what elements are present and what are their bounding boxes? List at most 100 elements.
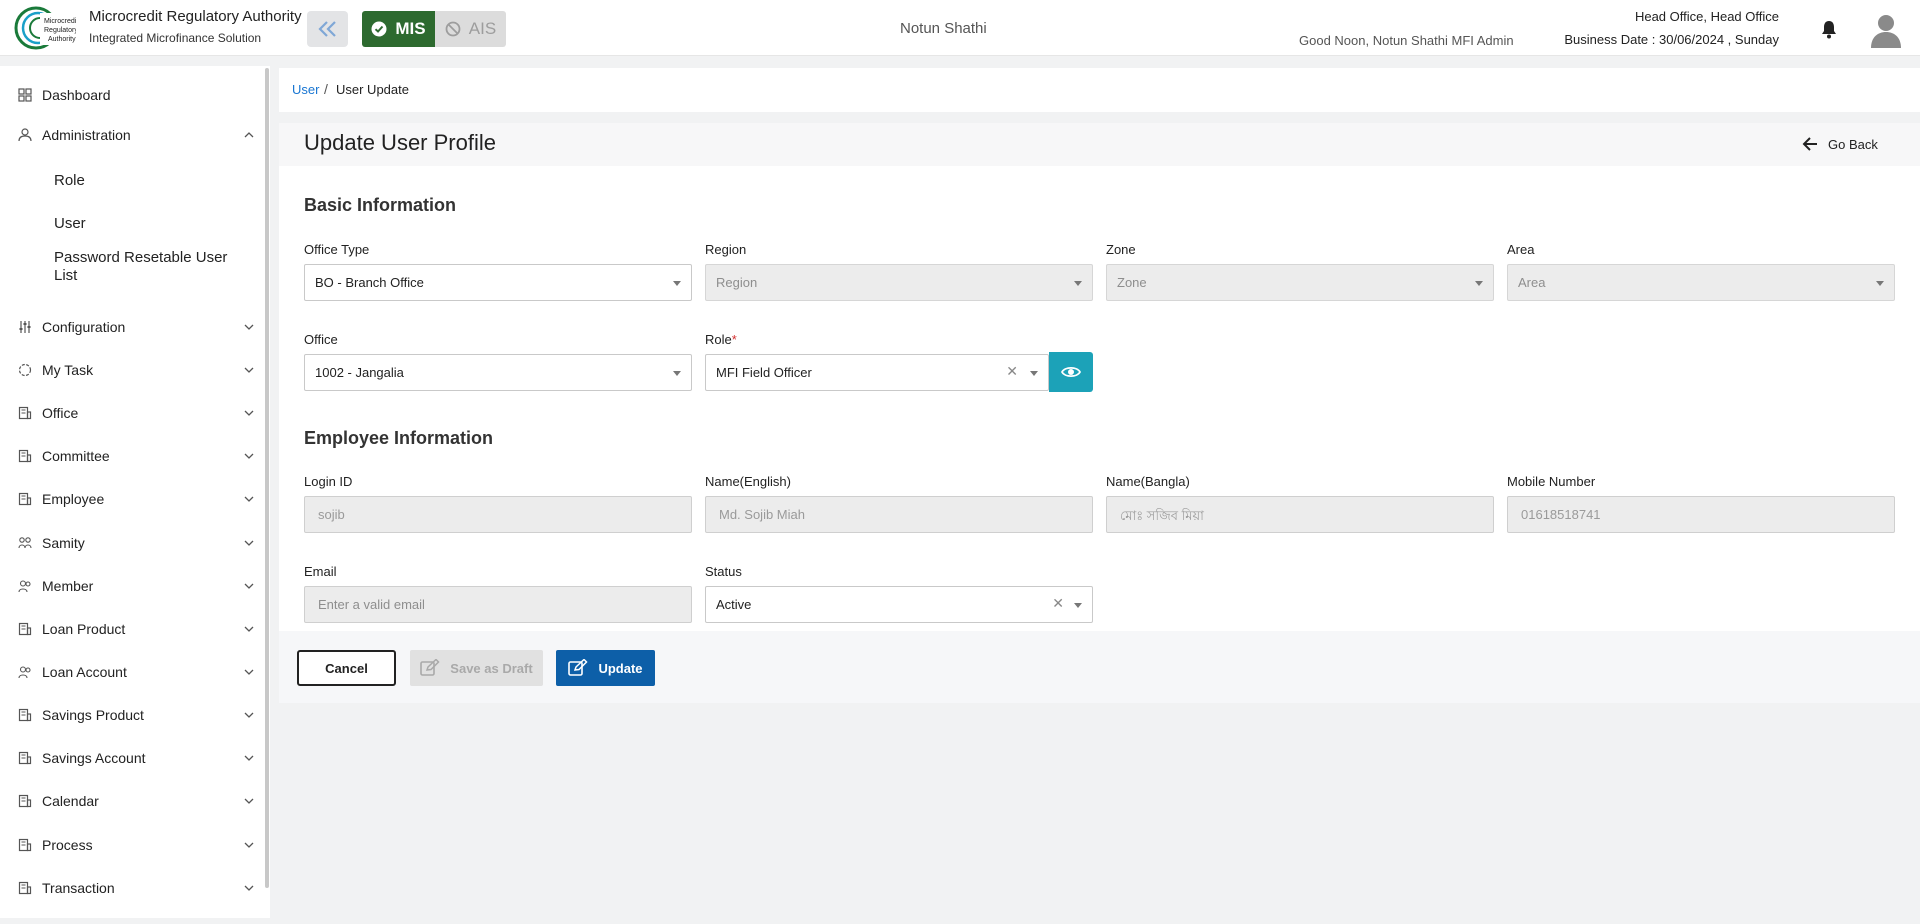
save-as-draft-button: Save as Draft <box>410 650 543 686</box>
zone-placeholder: Zone <box>1117 275 1147 290</box>
tenant-name: Notun Shathi <box>900 20 987 37</box>
chevron-down-icon <box>244 324 254 330</box>
sidebar-item-label: Loan Account <box>42 664 127 680</box>
zone-select: Zone <box>1106 264 1494 301</box>
name-english-label: Name(English) <box>705 474 791 489</box>
breadcrumb-current: User Update <box>336 82 409 97</box>
office-type-select[interactable]: BO - Branch Office <box>304 264 692 301</box>
region-placeholder: Region <box>716 275 758 290</box>
area-select: Area <box>1507 264 1895 301</box>
update-button[interactable]: Update <box>556 650 655 686</box>
users-icon <box>18 580 31 593</box>
business-date: Business Date : 30/06/2024 , Sunday <box>1564 32 1779 47</box>
svg-text:Authority: Authority <box>48 36 76 43</box>
email-label: Email <box>304 564 337 579</box>
sidebar-item-calendar[interactable]: Calendar <box>0 787 262 815</box>
clear-role-icon[interactable]: ✕ <box>1006 363 1018 380</box>
update-label: Update <box>598 660 643 676</box>
sidebar-item-samity[interactable]: Samity <box>0 529 262 557</box>
sidebar-item-employee[interactable]: Employee <box>0 485 262 513</box>
view-role-button[interactable] <box>1049 352 1093 392</box>
arrow-left-icon <box>1802 137 1817 151</box>
sidebar-item-office[interactable]: Office <box>0 399 262 427</box>
chevron-down-icon <box>244 712 254 718</box>
sidebar-collapse-button[interactable] <box>307 11 348 47</box>
sidebar-item-label: Member <box>42 578 94 594</box>
office-type-label: Office Type <box>304 242 370 257</box>
role-select[interactable]: MFI Field Officer ✕ <box>705 354 1049 391</box>
mobile-number-label: Mobile Number <box>1507 474 1596 489</box>
email-input[interactable] <box>305 587 691 622</box>
go-back-label: Go Back <box>1828 136 1878 152</box>
dropdown-caret-icon <box>1876 281 1884 286</box>
name-bangla-label: Name(Bangla) <box>1106 474 1190 489</box>
breadcrumb-link-user[interactable]: User <box>292 82 319 97</box>
notification-bell-icon[interactable] <box>1820 19 1838 39</box>
dropdown-caret-icon <box>1475 281 1483 286</box>
dropdown-caret-icon <box>673 371 681 376</box>
cancel-button[interactable]: Cancel <box>297 650 396 686</box>
eye-icon <box>1061 366 1081 378</box>
building-icon <box>18 838 32 852</box>
greeting-text: Good Noon, Notun Shathi MFI Admin <box>1299 33 1514 48</box>
office-label: Office <box>304 332 338 347</box>
chevron-down-icon <box>244 410 254 416</box>
required-mark: * <box>731 332 737 347</box>
building-icon <box>18 708 32 722</box>
sidebar-item-transaction[interactable]: Transaction <box>0 874 262 902</box>
sidebar-item-savings-account[interactable]: Savings Account <box>0 744 262 772</box>
building-icon <box>18 406 32 420</box>
office-value: 1002 - Jangalia <box>315 365 404 380</box>
svg-text:Microcredit: Microcredit <box>44 18 76 25</box>
role-value: MFI Field Officer <box>716 365 812 380</box>
group-icon <box>18 537 32 549</box>
building-icon <box>18 449 32 463</box>
status-select[interactable]: Active ✕ <box>705 586 1093 623</box>
sidebar-subitem-password-resetable-user-list[interactable]: Password Resetable User List <box>54 249 244 285</box>
sidebar-item-label: Calendar <box>42 793 99 809</box>
sidebar-subitem-user[interactable]: User <box>54 215 86 232</box>
sidebar-item-label: Configuration <box>42 319 126 335</box>
chevron-down-icon <box>244 583 254 589</box>
page-title: Update User Profile <box>304 130 496 155</box>
building-icon <box>18 492 32 506</box>
sidebar-item-committee[interactable]: Committee <box>0 442 262 470</box>
sidebar-item-dashboard[interactable]: Dashboard <box>0 81 262 109</box>
region-label: Region <box>705 242 747 257</box>
sidebar-item-savings-product[interactable]: Savings Product <box>0 701 262 729</box>
sidebar-item-configuration[interactable]: Configuration <box>0 313 262 341</box>
sidebar-item-administration[interactable]: Administration <box>0 121 262 149</box>
area-label: Area <box>1507 242 1535 257</box>
sidebar-item-loan-product[interactable]: Loan Product <box>0 615 262 643</box>
name-bangla-field: মোঃ সজিব মিয়া <box>1106 496 1494 533</box>
sidebar-item-loan-account[interactable]: Loan Account <box>0 658 262 686</box>
chevron-down-icon <box>244 367 254 373</box>
mobile-number-value: 01618518741 <box>1521 507 1601 522</box>
block-icon <box>445 21 461 37</box>
mobile-number-field: 01618518741 <box>1507 496 1895 533</box>
employee-info-title: Employee Information <box>304 428 494 448</box>
sidebar-scrollbar[interactable] <box>265 68 269 888</box>
chevron-down-icon <box>244 885 254 891</box>
chevron-down-icon <box>244 496 254 502</box>
users-icon <box>18 666 31 679</box>
ais-mode-button[interactable]: AIS <box>435 11 506 47</box>
chevron-down-icon <box>244 798 254 804</box>
mis-mode-button[interactable]: MIS <box>362 11 435 47</box>
user-avatar-icon[interactable] <box>1869 12 1903 48</box>
building-icon <box>18 881 32 895</box>
role-label: Role* <box>705 332 737 347</box>
sidebar-subitem-role[interactable]: Role <box>54 172 85 189</box>
dropdown-caret-icon <box>673 281 681 286</box>
sidebar-item-my-task[interactable]: My Task <box>0 356 262 384</box>
clear-status-icon[interactable]: ✕ <box>1052 595 1064 612</box>
status-value: Active <box>716 597 752 612</box>
email-field-wrapper <box>304 586 692 623</box>
sidebar-item-process[interactable]: Process <box>0 831 262 859</box>
sidebar-item-member[interactable]: Member <box>0 572 262 600</box>
check-circle-icon <box>371 21 387 37</box>
basic-info-title: Basic Information <box>304 195 457 215</box>
office-select[interactable]: 1002 - Jangalia <box>304 354 692 391</box>
sidebar-item-label: My Task <box>42 362 94 378</box>
go-back-button[interactable]: Go Back <box>1802 133 1878 155</box>
